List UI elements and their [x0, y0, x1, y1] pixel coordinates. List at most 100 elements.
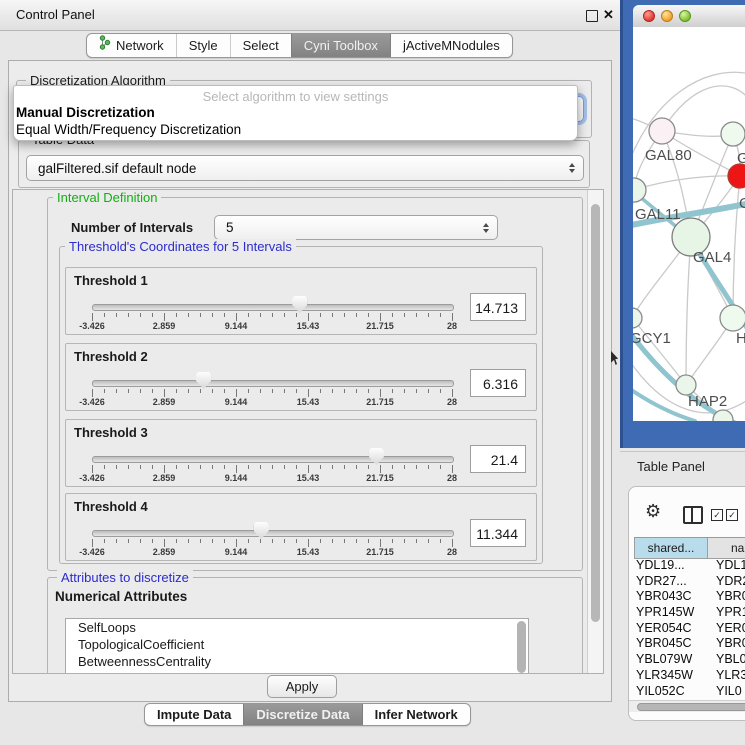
tab-discretize-data[interactable]: Discretize Data — [243, 704, 361, 725]
tab-style[interactable]: Style — [176, 34, 230, 57]
zoom-traffic-light-icon[interactable] — [679, 10, 691, 22]
tick-mark — [332, 539, 333, 543]
slider-track[interactable] — [92, 530, 454, 537]
table-row[interactable]: YER054CYER0 — [634, 621, 745, 637]
tick-mark — [104, 465, 105, 469]
threshold-panel-4: Threshold 4-3.4262.8599.14415.4321.71528… — [65, 493, 537, 561]
checkbox-icon[interactable]: ✓ — [726, 509, 738, 521]
tab-impute-data-label: Impute Data — [157, 704, 231, 725]
checkbox-icon[interactable]: ✓ — [711, 509, 723, 521]
tick-mark — [320, 313, 321, 317]
tick-mark — [308, 539, 309, 547]
list-scrollbar[interactable] — [517, 621, 526, 673]
network-node-c[interactable] — [728, 164, 745, 188]
cell-shared-name: YDR27... — [636, 574, 687, 590]
tick-mark — [152, 313, 153, 317]
tick-mark — [200, 465, 201, 469]
cell-name: YDL1 — [716, 558, 745, 574]
tab-jactivemnodules[interactable]: jActiveMNodules — [390, 34, 512, 57]
close-traffic-light-icon[interactable] — [643, 10, 655, 22]
tick-mark — [344, 539, 345, 543]
attributes-group-title: Attributes to discretize — [57, 570, 193, 585]
tick-mark — [188, 539, 189, 543]
tick-mark — [380, 389, 381, 397]
tick-mark — [236, 539, 237, 547]
attribute-item-topologicalcoefficient[interactable]: TopologicalCoefficient — [66, 636, 528, 653]
minimize-traffic-light-icon[interactable] — [661, 10, 673, 22]
apply-button[interactable]: Apply — [267, 675, 337, 698]
column-header-name[interactable]: na — [708, 538, 745, 559]
network-node-gal80[interactable] — [649, 118, 675, 144]
slider-track[interactable] — [92, 304, 454, 311]
tick-mark — [296, 389, 297, 393]
number-of-intervals-value: 5 — [226, 216, 234, 239]
threshold-value-field[interactable]: 14.713 — [470, 293, 526, 321]
tick-label: 15.43 — [297, 397, 320, 407]
tab-cyni-toolbox[interactable]: Cyni Toolbox — [291, 34, 390, 57]
tab-select[interactable]: Select — [230, 34, 291, 57]
attribute-item-betweennesscentrality[interactable]: BetweennessCentrality — [66, 653, 528, 670]
tick-mark — [236, 389, 237, 397]
tick-mark — [428, 313, 429, 317]
tab-network[interactable]: Network — [87, 34, 176, 57]
attribute-item-selfloops[interactable]: SelfLoops — [66, 619, 528, 636]
threshold-value-field[interactable]: 6.316 — [470, 369, 526, 397]
table-row[interactable]: YBL079WYBL0 — [634, 652, 745, 668]
tick-mark — [380, 313, 381, 321]
number-of-intervals-label: Number of Intervals — [71, 220, 193, 235]
slider-track[interactable] — [92, 380, 454, 387]
column-header-shared-name[interactable]: shared... — [634, 538, 708, 559]
table-data-combobox[interactable]: galFiltered.sif default node — [26, 155, 584, 181]
threshold-label: Threshold 3 — [74, 425, 148, 440]
cell-name: YER0 — [716, 621, 745, 637]
network-node-ga[interactable] — [721, 122, 745, 146]
split-columns-icon[interactable] — [683, 506, 703, 524]
table-row[interactable]: YBR043CYBR0 — [634, 589, 745, 605]
tick-mark — [188, 389, 189, 393]
tab-infer-network-label: Infer Network — [375, 704, 458, 725]
threshold-panel-3: Threshold 3-3.4262.8599.14415.4321.71528… — [65, 419, 537, 487]
panel-scrollbar-thumb[interactable] — [591, 204, 600, 622]
tick-mark — [260, 539, 261, 543]
table-row[interactable]: YBR045CYBR0 — [634, 636, 745, 652]
tick-mark — [272, 539, 273, 543]
table-row[interactable]: YIL052CYIL0 — [634, 684, 745, 700]
numerical-attributes-list[interactable]: SelfLoopsTopologicalCoefficientBetweenne… — [65, 618, 529, 674]
table-hscrollbar-track[interactable] — [629, 700, 745, 712]
close-icon[interactable]: ✕ — [603, 7, 614, 23]
gear-icon[interactable]: ⚙ — [645, 503, 661, 521]
table-panel-title: Table Panel — [637, 459, 705, 474]
float-window-icon[interactable] — [586, 10, 598, 22]
tick-mark — [140, 539, 141, 543]
cell-shared-name: YBL079W — [636, 652, 692, 668]
network-node-label: GAL80 — [645, 147, 692, 164]
tick-mark — [320, 389, 321, 393]
table-row[interactable]: YLR345WYLR3 — [634, 668, 745, 684]
table-row[interactable]: YDR27...YDR2 — [634, 574, 745, 590]
tick-mark — [344, 465, 345, 469]
algorithm-option-manual-discretization[interactable]: Manual Discretization — [14, 104, 577, 121]
tick-label: 28 — [447, 321, 457, 331]
tick-mark — [428, 539, 429, 543]
cell-shared-name: YBR045C — [636, 636, 692, 652]
network-node-hap2[interactable] — [676, 375, 696, 395]
threshold-value-field[interactable]: 11.344 — [470, 519, 526, 547]
tick-mark — [212, 465, 213, 469]
tick-mark — [380, 539, 381, 547]
tick-mark — [416, 465, 417, 469]
slider-track[interactable] — [92, 456, 454, 463]
tick-mark — [416, 313, 417, 317]
control-panel-window: Control Panel ✕ NetworkStyleSelectCyni T… — [0, 0, 620, 745]
tick-mark — [212, 313, 213, 317]
algorithm-option-equal-width-frequency-discretization[interactable]: Equal Width/Frequency Discretization — [14, 121, 577, 138]
network-node-h[interactable] — [720, 305, 745, 331]
table-row[interactable]: YPR145WYPR1 — [634, 605, 745, 621]
number-of-intervals-combobox[interactable]: 5 — [214, 215, 498, 240]
tab-impute-data[interactable]: Impute Data — [145, 704, 243, 725]
tab-infer-network[interactable]: Infer Network — [362, 704, 470, 725]
table-hscrollbar-thumb[interactable] — [637, 703, 745, 711]
network-canvas[interactable]: GAL80GACGAL11GAL4GCY1HHAP2 — [633, 27, 745, 421]
network-node-gcy1[interactable] — [633, 308, 642, 328]
table-row[interactable]: YDL19...YDL1 — [634, 558, 745, 574]
threshold-value-field[interactable]: 21.4 — [470, 445, 526, 473]
